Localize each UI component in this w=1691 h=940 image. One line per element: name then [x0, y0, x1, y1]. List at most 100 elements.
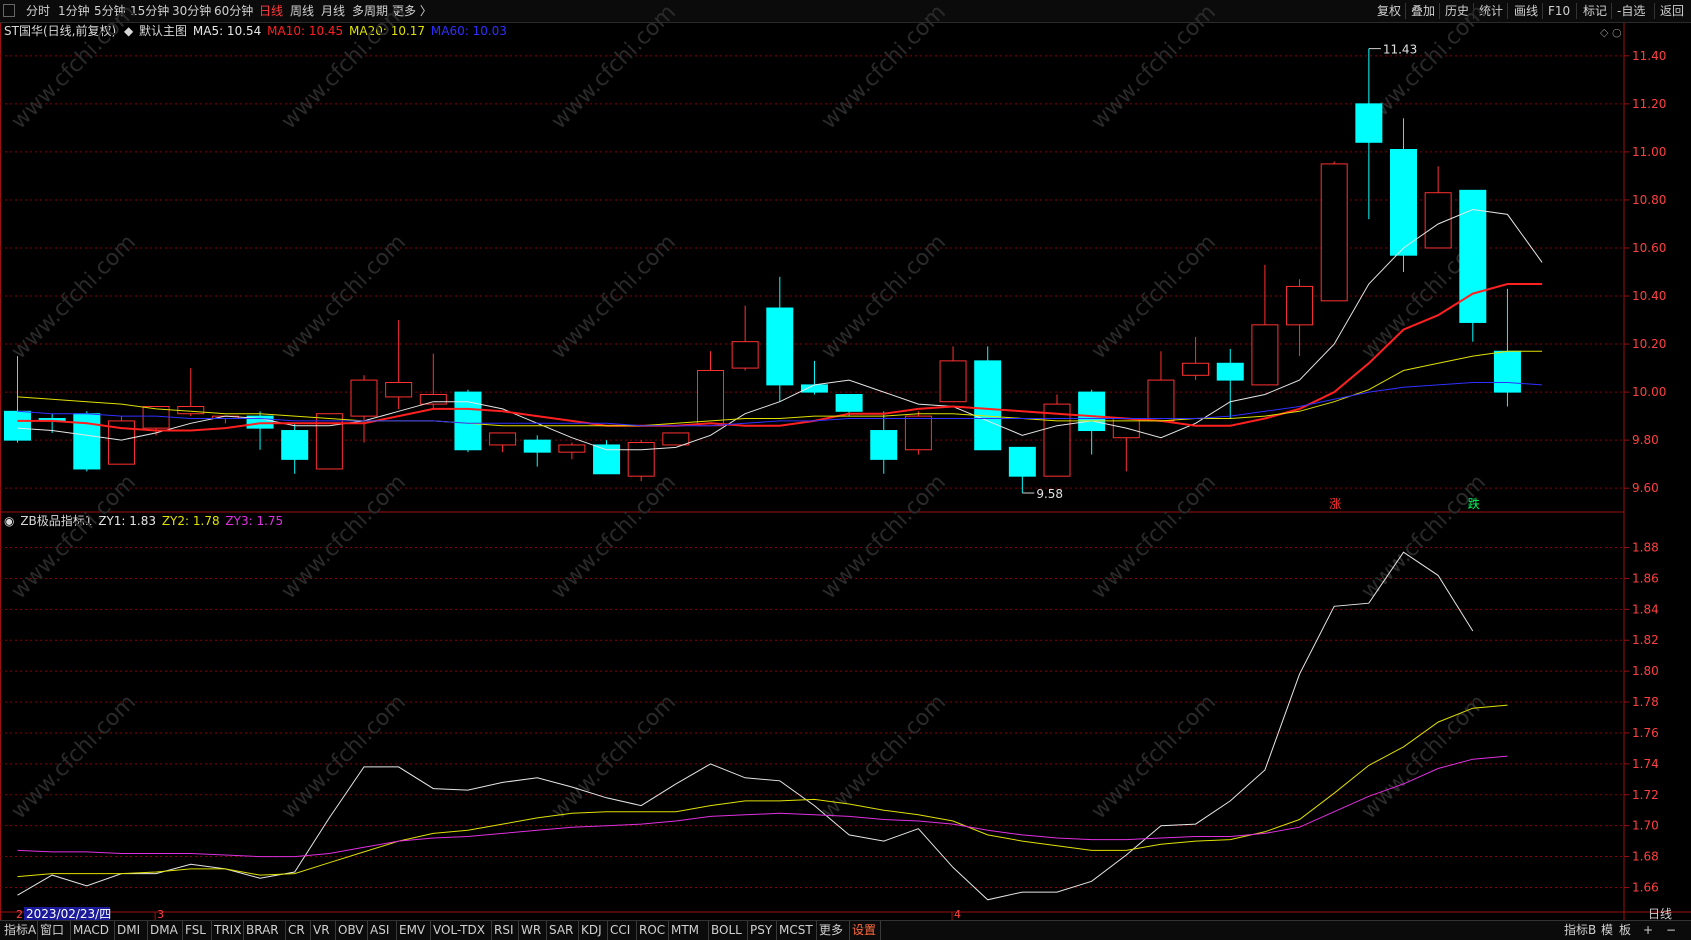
tab-separator — [578, 921, 579, 940]
sub-tick-label: 1.82 — [1632, 633, 1659, 647]
watermark-text: www.cfchi.com — [1087, 470, 1221, 604]
tab-separator — [182, 921, 183, 940]
bottom-right-control-0[interactable]: 指标B — [1564, 921, 1596, 940]
watermark-text: www.cfchi.com — [277, 470, 411, 604]
watermark-text: www.cfchi.com — [277, 690, 411, 824]
candle-body-up — [1320, 163, 1348, 302]
tab-separator — [668, 921, 669, 940]
indicator-tab-12[interactable]: EMV — [399, 921, 425, 940]
candle-body-up — [350, 379, 378, 417]
watermark-text: www.cfchi.com — [7, 0, 141, 134]
candle-body-up — [558, 444, 586, 453]
main-tick-label: 10.20 — [1632, 337, 1666, 351]
candle-body-up — [1251, 324, 1279, 386]
main-tick-label: 9.80 — [1632, 433, 1659, 447]
candle-body-up — [662, 432, 690, 446]
indicator-tab-14[interactable]: RSI — [494, 921, 514, 940]
candle-body-down — [1390, 148, 1417, 256]
main-tick-label: 9.60 — [1632, 481, 1659, 495]
tab-separator — [335, 921, 336, 940]
indicator-tab-13[interactable]: VOL-TDX — [433, 921, 485, 940]
indicator-tab-15[interactable]: WR — [521, 921, 541, 940]
down-signal-marker: 跌 — [1468, 496, 1480, 511]
indicator-tab-25[interactable]: 设置 — [852, 921, 876, 940]
watermark-text: www.cfchi.com — [547, 690, 681, 824]
tab-separator — [607, 921, 608, 940]
sub-tick-label: 1.76 — [1632, 726, 1659, 740]
diamond-icon[interactable]: ◇ — [1600, 26, 1609, 39]
candle-body-down — [1008, 446, 1036, 477]
sub-tick-label: 1.78 — [1632, 695, 1659, 709]
current-date-label: 2023/02/23/四 — [26, 907, 111, 921]
tab-separator — [430, 921, 431, 940]
indicator-tab-5[interactable]: FSL — [185, 921, 206, 940]
indicator-tab-20[interactable]: MTM — [671, 921, 699, 940]
candle-body-down — [870, 430, 898, 460]
indicator-tab-bar: 指标A 窗口 MACD DMI DMA FSL TRIX BRAR CR VR OBV ASI EMV V… — [0, 920, 1691, 940]
indicator-tab-4[interactable]: DMA — [150, 921, 178, 940]
indicator-tab-7[interactable]: BRAR — [246, 921, 279, 940]
bottom-right-control-4[interactable]: − — [1666, 921, 1676, 940]
tab-separator — [147, 921, 148, 940]
sub-tick-label: 1.72 — [1632, 788, 1659, 802]
bottom-right-control-1[interactable]: 模 — [1601, 921, 1613, 940]
candle-body-up — [697, 369, 724, 427]
main-tick-label: 11.40 — [1632, 49, 1666, 63]
indicator-tab-8[interactable]: CR — [288, 921, 305, 940]
indicator-tab-16[interactable]: SAR — [549, 921, 573, 940]
indicator-tab-10[interactable]: OBV — [338, 921, 364, 940]
bottom-right-control-2[interactable]: 板 — [1619, 921, 1631, 940]
sub-tick-label: 1.88 — [1632, 541, 1659, 555]
candle-body-up — [939, 360, 967, 403]
bottom-right-control-3[interactable]: + — [1643, 921, 1653, 940]
indicator-tab-6[interactable]: TRIX — [214, 921, 241, 940]
indicator-tab-3[interactable]: DMI — [117, 921, 140, 940]
tab-separator — [747, 921, 748, 940]
low-price-label: 9.58 — [1036, 487, 1063, 501]
watermark-text: www.cfchi.com — [1357, 690, 1491, 824]
tab-separator — [70, 921, 71, 940]
candle-body-down — [281, 430, 309, 460]
indicator-tab-17[interactable]: KDJ — [581, 921, 602, 940]
zy-line-zy2 — [17, 704, 1508, 878]
indicator-tab-22[interactable]: PSY — [750, 921, 772, 940]
watermark-text: www.cfchi.com — [817, 470, 951, 604]
indicator-tab-19[interactable]: ROC — [639, 921, 665, 940]
watermark-text: www.cfchi.com — [547, 470, 681, 604]
tab-separator — [114, 921, 115, 940]
watermark-text: www.cfchi.com — [817, 690, 951, 824]
main-tick-label: 10.40 — [1632, 289, 1666, 303]
candle-body-down — [454, 391, 482, 451]
main-tick-label: 10.60 — [1632, 241, 1666, 255]
kline-chart[interactable]: 11.40 11.20 11.00 10.80 10.60 10.40 10.20 10.00… — [0, 0, 1691, 939]
candle-body-up — [1182, 362, 1210, 376]
tab-separator — [243, 921, 244, 940]
tab-separator — [776, 921, 777, 940]
watermark-text: www.cfchi.com — [7, 690, 141, 824]
tab-separator — [37, 921, 38, 940]
indicator-tab-18[interactable]: CCI — [610, 921, 630, 940]
main-tick-label: 11.00 — [1632, 145, 1666, 159]
candle-body-down — [800, 384, 828, 393]
candle-body-up — [489, 432, 517, 446]
indicator-tab-9[interactable]: VR — [313, 921, 330, 940]
candle-body-down — [1493, 350, 1521, 393]
indicator-tab-21[interactable]: BOLL — [711, 921, 742, 940]
candle-body-down — [1459, 189, 1487, 323]
watermark-text: www.cfchi.com — [817, 0, 951, 134]
indicator-tab-24[interactable]: 更多 — [819, 921, 843, 940]
candle-body-down — [974, 360, 1002, 451]
indicator-tab-2[interactable]: MACD — [73, 921, 109, 940]
indicator-tab-0[interactable]: 指标A — [4, 921, 36, 940]
circle-icon[interactable]: ○ — [1612, 26, 1622, 39]
indicator-tab-11[interactable]: ASI — [370, 921, 389, 940]
zy-line-zy1 — [17, 551, 1474, 901]
candle-body-down — [766, 307, 794, 386]
main-tick-label: 10.00 — [1632, 385, 1666, 399]
tab-separator — [880, 921, 881, 940]
indicator-tab-23[interactable]: MCST — [779, 921, 813, 940]
tab-separator — [518, 921, 519, 940]
watermark-text: www.cfchi.com — [1087, 0, 1221, 134]
indicator-tab-1[interactable]: 窗口 — [40, 921, 64, 940]
sub-tick-label: 1.84 — [1632, 602, 1659, 616]
